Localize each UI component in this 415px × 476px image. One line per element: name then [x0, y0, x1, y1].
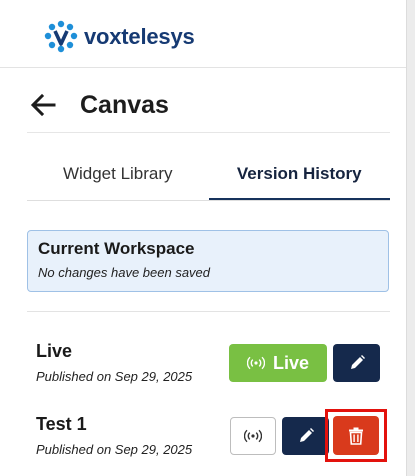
- page-title: Canvas: [80, 90, 169, 119]
- broadcast-icon: [246, 356, 265, 370]
- brand-name: voxtelesys: [84, 24, 195, 49]
- back-button[interactable]: [30, 90, 60, 120]
- title-divider: [27, 132, 390, 133]
- window-edge-scrollbar: [406, 0, 415, 476]
- pencil-icon: [299, 428, 314, 442]
- broadcast-icon: [244, 429, 262, 443]
- page-title-row: Canvas: [30, 88, 390, 122]
- workspace-title: Current Workspace: [38, 239, 195, 258]
- version-history-panel: voxtelesys Canvas Widget Library Version…: [0, 0, 406, 476]
- workspace-status: No changes have been saved: [38, 265, 211, 280]
- edit-live-version-button[interactable]: [333, 344, 380, 382]
- trash-icon: [349, 427, 363, 445]
- edit-test-version-button[interactable]: [282, 417, 329, 455]
- tab-version-history[interactable]: Version History: [208, 152, 390, 200]
- brand-logo: voxtelesys: [42, 20, 195, 54]
- header: voxtelesys: [0, 0, 406, 68]
- live-status-button[interactable]: Live: [229, 344, 327, 382]
- publish-live-button[interactable]: [230, 417, 276, 455]
- arrow-left-icon: [30, 94, 56, 116]
- section-divider: [27, 311, 390, 312]
- tab-widget-library[interactable]: Widget Library: [27, 152, 209, 200]
- pencil-icon: [350, 355, 365, 369]
- current-workspace-card[interactable]: Current Workspace No changes have been s…: [27, 230, 389, 292]
- voxtelesys-logo-icon: [44, 20, 78, 53]
- live-button-label: Live: [272, 352, 310, 373]
- delete-test-version-button[interactable]: [333, 416, 379, 455]
- tab-bar: Widget Library Version History: [27, 152, 390, 201]
